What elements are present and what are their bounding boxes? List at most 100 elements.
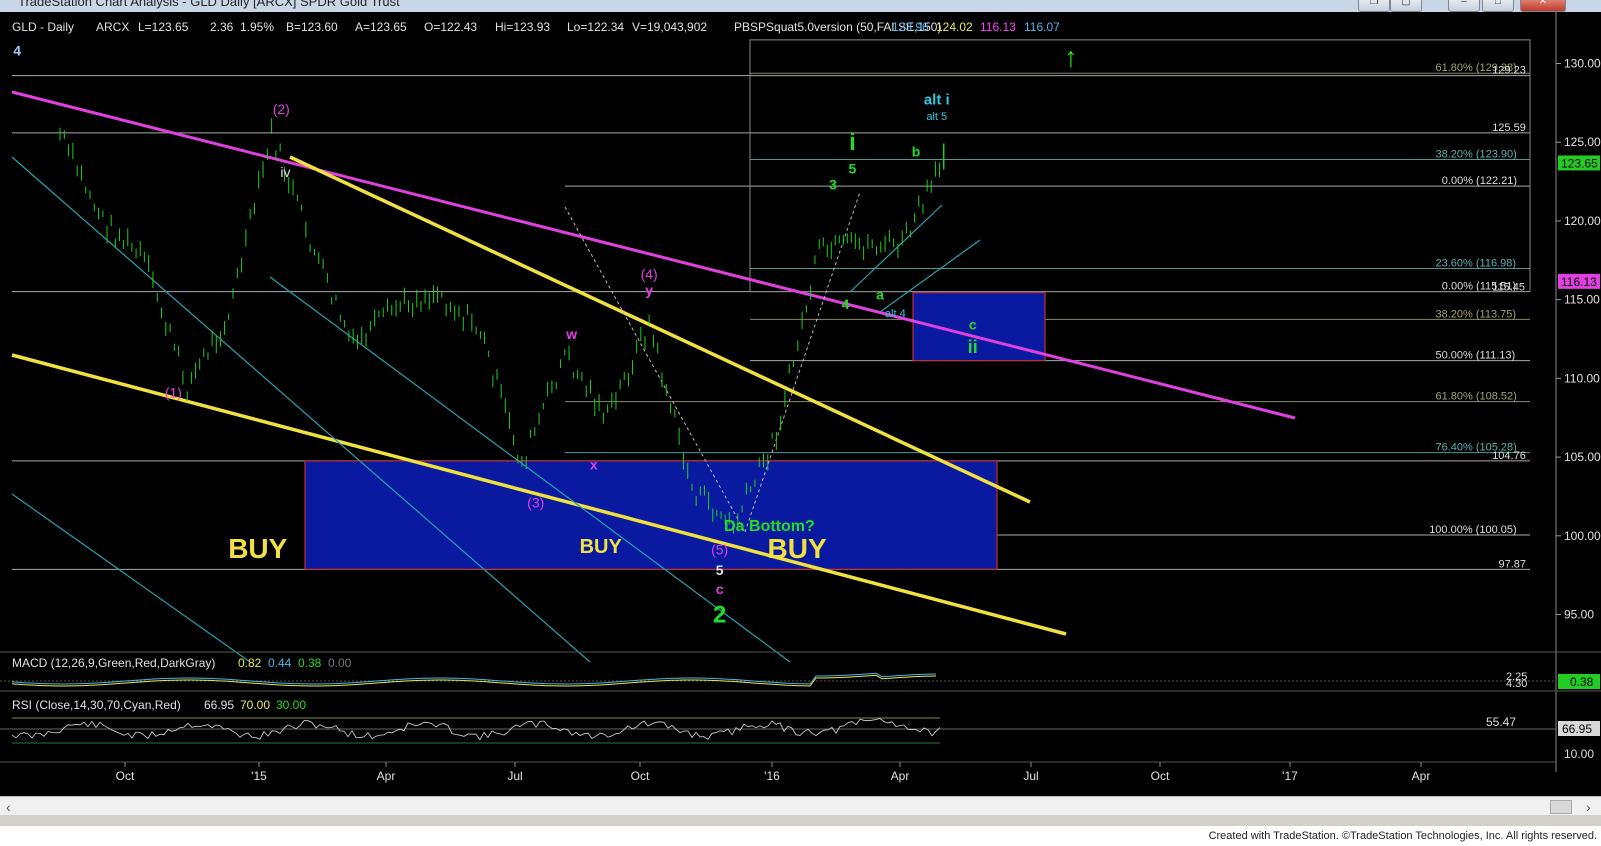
y-tick-label: 95.00 xyxy=(1564,608,1594,622)
macd-value-2: 0.38 xyxy=(298,656,322,670)
wave-label: ii xyxy=(968,337,978,357)
rsi-value-1: 70.00 xyxy=(240,698,270,712)
wave-label: alt 4 xyxy=(885,308,906,320)
wave-label: alt 5 xyxy=(926,111,947,123)
wave-label: BUY xyxy=(228,533,287,564)
wave-label: BUY xyxy=(580,536,623,558)
footer: Created with TradeStation. ©TradeStation… xyxy=(0,826,1601,846)
fib-label: 38.20% (113.75) xyxy=(1436,308,1517,320)
minimize-icon[interactable]: – xyxy=(1448,0,1480,12)
scroll-thumb[interactable] xyxy=(1550,800,1572,814)
wave-label: BUY xyxy=(768,533,827,564)
macd-value-1: 0.44 xyxy=(268,656,292,670)
wave-label: c xyxy=(716,581,724,597)
study-value-3: 116.07 xyxy=(1024,20,1060,34)
rsi-value-2: 30.00 xyxy=(276,698,306,712)
x-tick-label: Oct xyxy=(116,769,135,783)
x-tick-label: Apr xyxy=(891,769,910,783)
rsi-value-0: 66.95 xyxy=(204,698,234,712)
symbol-label: GLD - Daily xyxy=(12,20,74,34)
ma-price-tag: 116.13 xyxy=(1561,275,1597,289)
macd-right-label-2: 4.30 xyxy=(1506,678,1527,690)
chart-area[interactable]: GLD - Daily ARCX L=123.65 2.36 1.95% B=1… xyxy=(0,12,1601,808)
wave-label: (4) xyxy=(641,266,658,282)
macd-value-3: 0.00 xyxy=(328,656,352,670)
ask-price: A=123.65 xyxy=(355,20,407,34)
maximize-icon[interactable]: □ xyxy=(1482,0,1514,12)
chart-header: GLD - Daily ARCX L=123.65 2.36 1.95% B=1… xyxy=(12,20,1060,34)
wave-label: 5 xyxy=(716,562,724,578)
scroll-right-icon[interactable]: › xyxy=(1586,799,1591,815)
fib-label: 100.00% (100.05) xyxy=(1429,524,1516,536)
fib-label: 23.60% (116.98) xyxy=(1436,257,1517,269)
y-tick-label: 125.00 xyxy=(1564,135,1601,149)
study-value-0: 123.96 xyxy=(892,20,929,34)
macd-tag: 0.38 xyxy=(1570,675,1594,689)
fib-label: 50.00% (111.13) xyxy=(1436,350,1516,362)
low-price: Lo=122.34 xyxy=(567,20,624,34)
wave-label: (2) xyxy=(273,101,290,117)
wave-label: y xyxy=(645,282,653,298)
y-tick-label: 100.00 xyxy=(1564,529,1601,543)
x-tick-label: Jul xyxy=(507,769,522,783)
close-icon[interactable]: ✕ xyxy=(1520,0,1566,12)
x-tick-label: Oct xyxy=(1151,769,1170,783)
rsi-title: RSI (Close,14,30,70,Cyan,Red) xyxy=(12,698,181,712)
fib-label: 61.80% (108.52) xyxy=(1436,391,1517,403)
study-value-2: 116.13 xyxy=(980,20,1016,34)
wave-label: c xyxy=(969,317,977,333)
wave-label: 4 xyxy=(842,296,850,312)
wave-label: b xyxy=(912,143,921,159)
wave-label: i xyxy=(849,129,856,156)
buy-zone-large xyxy=(304,460,998,570)
price-chart[interactable]: GLD - Daily ARCX L=123.65 2.36 1.95% B=1… xyxy=(0,12,1601,796)
last-price: L=123.65 xyxy=(138,20,189,34)
bid-price: B=123.60 xyxy=(286,20,338,34)
window-titlebar: TradeStation Chart Analysis - GLD Daily … xyxy=(0,0,1601,12)
wave-label: iv xyxy=(280,164,290,180)
macd-title: MACD (12,26,9,Green,Red,DarkGray) xyxy=(12,656,215,670)
wave-label: (5) xyxy=(711,542,728,558)
x-tick-label: Oct xyxy=(631,769,650,783)
fib-label: 38.20% (123.90) xyxy=(1436,149,1517,161)
x-tick-label: '17 xyxy=(1282,769,1298,783)
x-tick-label: Apr xyxy=(1412,769,1431,783)
wave-label: 5 xyxy=(849,161,857,177)
rsi-right-label-2: 10.00 xyxy=(1564,747,1594,761)
y-tick-label: 130.00 xyxy=(1564,56,1601,70)
fib-label: 125.59 xyxy=(1492,122,1526,134)
restore-icon[interactable]: ❐ xyxy=(1358,0,1390,12)
y-tick-label: 120.00 xyxy=(1564,214,1601,228)
pct-change: 1.95% xyxy=(240,20,274,34)
fib-label: 97.87 xyxy=(1499,558,1527,570)
wave-label: x xyxy=(590,457,598,473)
wave-label: (3) xyxy=(527,494,544,510)
wave-label: alt i xyxy=(924,91,950,108)
rsi-tag: 66.95 xyxy=(1562,722,1592,736)
wave-label: a xyxy=(876,287,884,303)
macd-value-0: 0.82 xyxy=(238,656,262,670)
study-value-1: 124.02 xyxy=(936,20,973,34)
net-change: 2.36 xyxy=(210,20,234,34)
copyright-text: Created with TradeStation. ©TradeStation… xyxy=(1208,830,1597,842)
y-tick-label: 105.00 xyxy=(1564,450,1601,464)
y-tick-label: 115.00 xyxy=(1564,293,1600,307)
high-price: Hi=123.93 xyxy=(495,20,550,34)
x-tick-label: Apr xyxy=(377,769,396,783)
x-tick-label: Jul xyxy=(1023,769,1038,783)
fib-label: 129.23 xyxy=(1492,65,1526,77)
horizontal-scrollbar[interactable]: ‹ › xyxy=(0,796,1601,815)
volume: V=19,043,902 xyxy=(632,20,707,34)
exchange-label: ARCX xyxy=(96,20,129,34)
pin-icon[interactable]: ▢ xyxy=(1390,0,1422,12)
x-tick-label: '16 xyxy=(764,769,780,783)
scroll-left-icon[interactable]: ‹ xyxy=(6,799,11,815)
wave-label: ↑ xyxy=(1064,42,1078,73)
wave-label: (1) xyxy=(165,384,182,400)
open-price: O=122.43 xyxy=(424,20,477,34)
window-title: TradeStation Chart Analysis - GLD Daily … xyxy=(18,0,400,9)
y-tick-label: 110.00 xyxy=(1564,371,1600,385)
last-price-tag: 123.65 xyxy=(1561,156,1598,170)
rsi-right-label-1: 55.47 xyxy=(1486,715,1516,729)
wave-label: 4 xyxy=(13,43,21,59)
